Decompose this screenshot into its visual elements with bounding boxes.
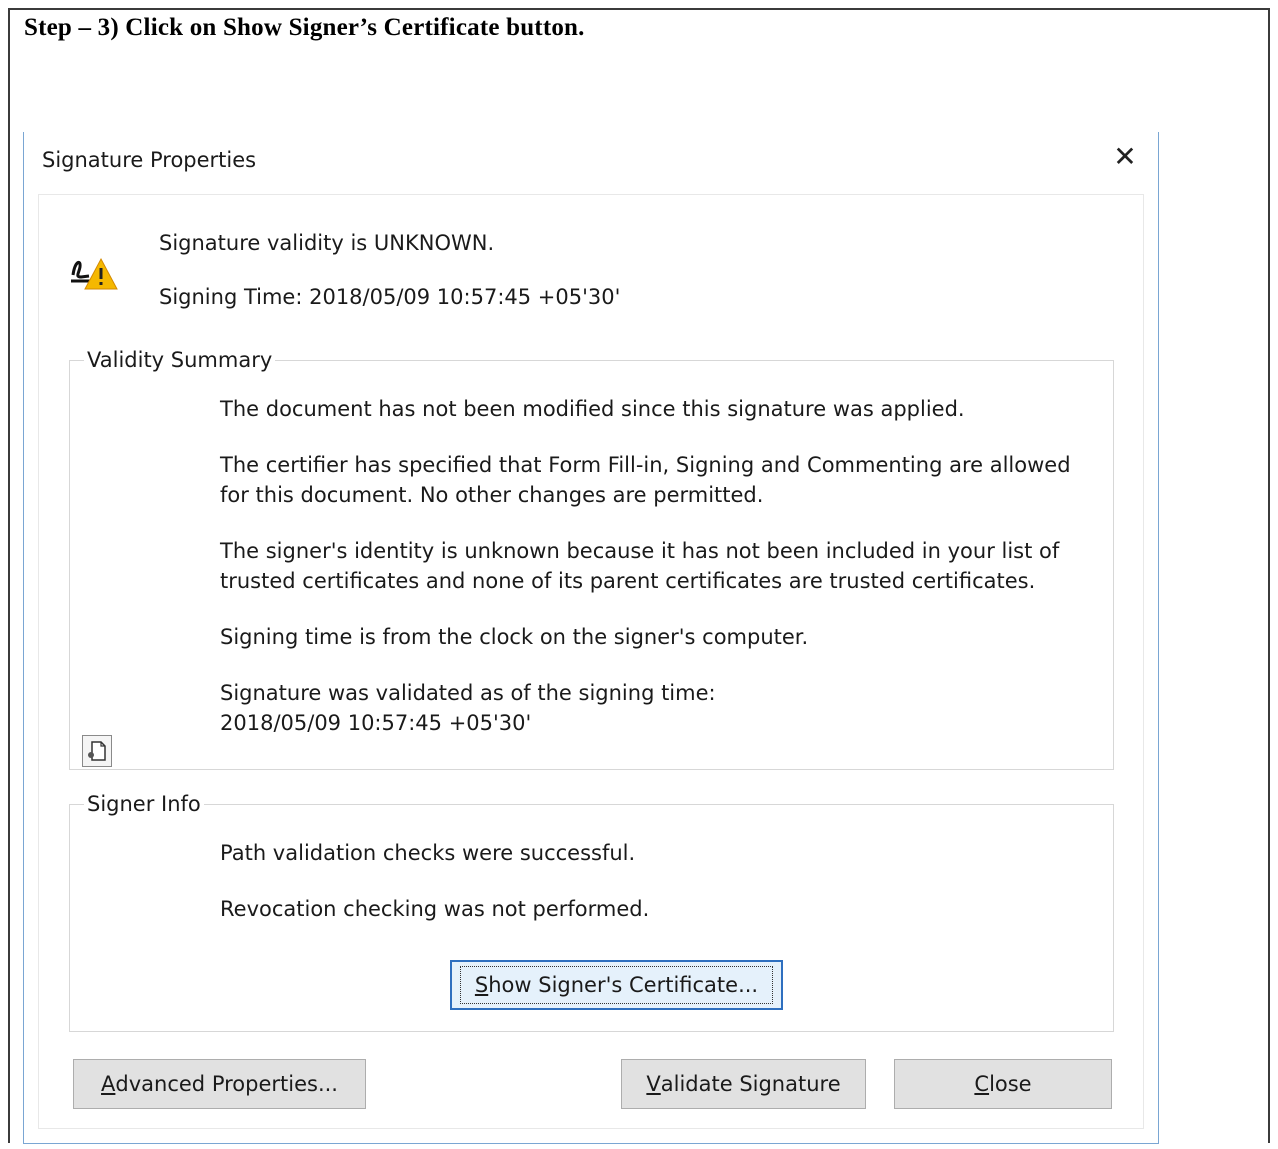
summary-line: The signer's identity is unknown because… bbox=[220, 539, 1060, 593]
summary-line: The certifier has specified that Form Fi… bbox=[220, 453, 1071, 507]
signature-properties-dialog: Signature Properties ✕ Signature validit… bbox=[23, 132, 1159, 1144]
signer-line: Revocation checking was not performed. bbox=[220, 897, 650, 921]
close-button[interactable]: Close bbox=[894, 1059, 1112, 1109]
validity-summary-group: Validity Summary The document has not be… bbox=[69, 348, 1114, 770]
close-icon[interactable]: ✕ bbox=[1110, 142, 1140, 172]
signer-line: Path validation checks were successful. bbox=[220, 841, 636, 865]
dialog-body: Signature validity is UNKNOWN. Signing T… bbox=[38, 194, 1144, 1129]
signer-info-legend: Signer Info bbox=[87, 792, 201, 816]
validate-signature-button[interactable]: Validate Signature bbox=[621, 1059, 866, 1109]
step-instruction: Step – 3) Click on Show Signer’s Certifi… bbox=[24, 14, 585, 41]
validity-summary-legend: Validity Summary bbox=[87, 348, 273, 372]
signature-warning-icon bbox=[71, 257, 118, 290]
advanced-properties-button[interactable]: Advanced Properties... bbox=[73, 1059, 366, 1109]
summary-line: 2018/05/09 10:57:45 +05'30' bbox=[220, 711, 532, 735]
show-signers-certificate-button[interactable]: Show Signer's Certificate... bbox=[450, 960, 783, 1010]
document-icon[interactable] bbox=[82, 735, 112, 767]
summary-line: Signing time is from the clock on the si… bbox=[220, 625, 809, 649]
dialog-title: Signature Properties bbox=[42, 148, 257, 172]
signing-time: Signing Time: 2018/05/09 10:57:45 +05'30… bbox=[159, 285, 621, 309]
validity-status: Signature validity is UNKNOWN. bbox=[159, 231, 495, 255]
summary-line: The document has not been modified since… bbox=[220, 397, 965, 421]
summary-line: Signature was validated as of the signin… bbox=[220, 681, 716, 705]
